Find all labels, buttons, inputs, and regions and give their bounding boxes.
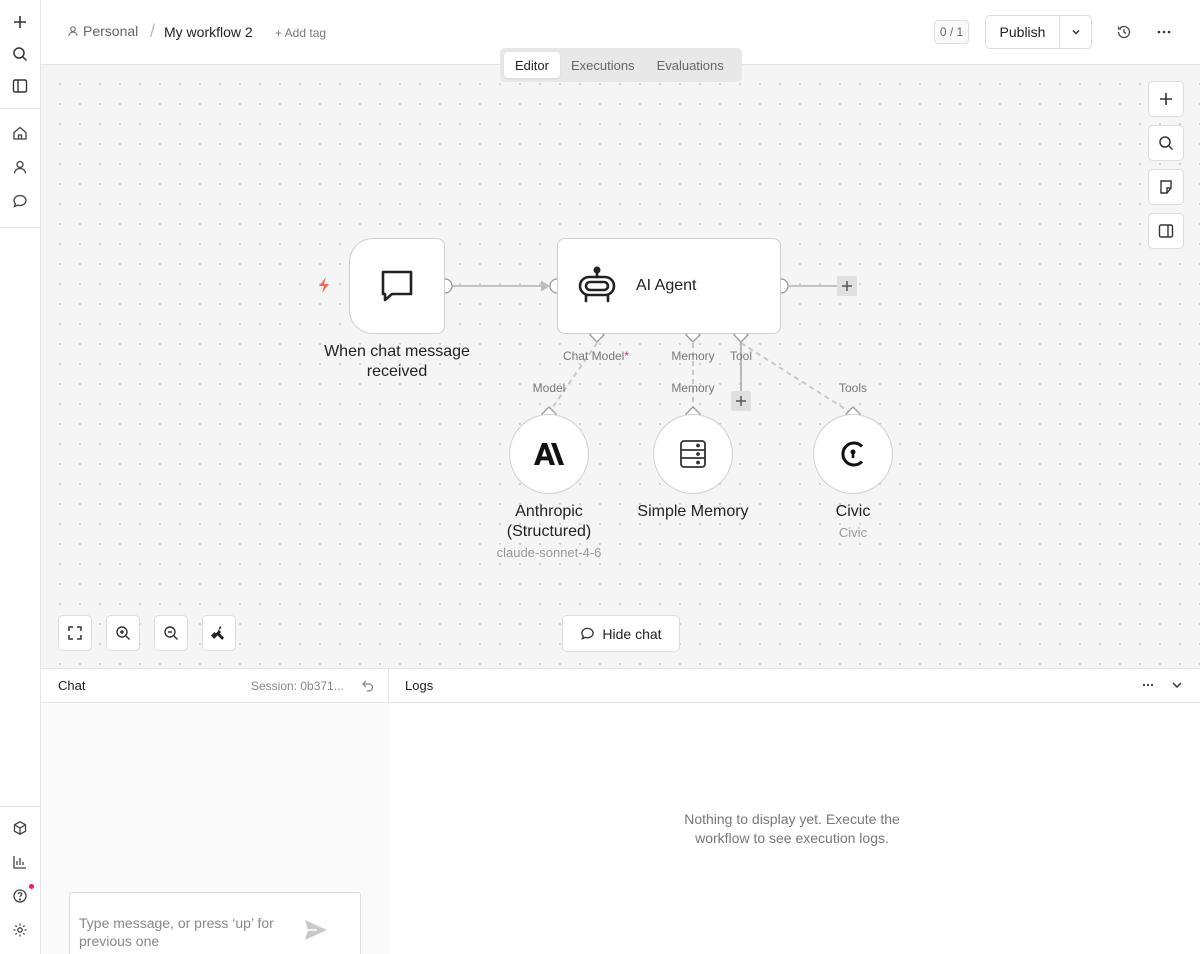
- project-name: Personal: [83, 23, 139, 39]
- sticky-note-icon: [1160, 180, 1172, 194]
- notification-dot: [29, 884, 34, 889]
- memory-input-label: Memory: [671, 381, 715, 395]
- panel-toggle-icon[interactable]: [8, 74, 32, 98]
- civic-node-label: Civic: [835, 503, 871, 520]
- templates-icon[interactable]: [8, 816, 32, 840]
- plus-icon: [1160, 93, 1172, 105]
- zoom-in-button[interactable]: [106, 615, 140, 651]
- logs-panel-header: Logs: [389, 669, 1200, 703]
- required-marker: *: [624, 349, 630, 363]
- add-node-plus-icon: [837, 276, 857, 296]
- hide-chat-label: Hide chat: [602, 625, 662, 642]
- home-icon[interactable]: [8, 121, 32, 145]
- rail-divider: [0, 108, 41, 109]
- session-id[interactable]: Session: 0b371...: [251, 679, 344, 693]
- broom-icon: [211, 626, 225, 640]
- tidy-up-button[interactable]: [202, 615, 236, 651]
- plus-icon[interactable]: [8, 10, 32, 34]
- settings-icon[interactable]: [8, 918, 32, 942]
- fullscreen-icon: [68, 626, 82, 640]
- toggle-panel-button[interactable]: [1148, 213, 1184, 249]
- user-icon: [68, 26, 78, 36]
- tools-input-label: Tools: [838, 381, 867, 395]
- civic-node[interactable]: [813, 414, 893, 494]
- active-counter-badge: 0 / 1: [934, 20, 969, 44]
- chat-panel-title: Chat: [58, 678, 86, 693]
- view-tabs: Editor Executions Evaluations: [500, 48, 742, 82]
- database-icon: [680, 440, 706, 468]
- add-tool-plus-icon: [731, 391, 751, 411]
- rail-divider: [0, 806, 41, 807]
- panel-toggle-icon: [1158, 224, 1174, 238]
- more-options-icon[interactable]: [1152, 20, 1176, 44]
- user-icon[interactable]: [8, 155, 32, 179]
- sticky-note-button[interactable]: [1148, 169, 1184, 205]
- simple-memory-node-label: Simple Memory: [637, 503, 749, 520]
- chat-bubble-icon: [381, 270, 413, 302]
- anthropic-node-label: Anthropic (Structured): [506, 503, 592, 540]
- zoom-out-icon: [164, 626, 178, 640]
- ai-agent-node[interactable]: AI Agent: [557, 238, 781, 334]
- hide-chat-button[interactable]: Hide chat: [562, 615, 680, 652]
- publish-button[interactable]: Publish: [986, 16, 1060, 48]
- trigger-node-label: When chat message received: [324, 343, 470, 380]
- logs-panel: Logs Nothing to display yet. Execute the…: [389, 668, 1200, 954]
- chat-messages-area: Type message, or press ‘up’ for previous…: [41, 704, 389, 954]
- zoom-in-icon: [116, 626, 130, 640]
- chat-panel-header: Chat Session: 0b371...: [41, 669, 389, 703]
- tab-executions[interactable]: Executions: [560, 52, 646, 78]
- workflow-name[interactable]: My workflow 2: [164, 24, 253, 40]
- breadcrumb-separator: /: [150, 21, 156, 41]
- zoom-out-button[interactable]: [154, 615, 188, 651]
- tab-evaluations[interactable]: Evaluations: [646, 52, 735, 78]
- more-options-icon[interactable]: [1141, 678, 1155, 695]
- search-icon[interactable]: [8, 42, 32, 66]
- simple-memory-node[interactable]: [653, 414, 733, 494]
- chat-model-port-label: Chat Model*: [562, 349, 630, 363]
- model-input-label: Model: [532, 381, 566, 395]
- anthropic-node[interactable]: [509, 414, 589, 494]
- anthropic-node-subtitle: claude-sonnet-4-6: [496, 545, 602, 560]
- connections-layer: [437, 276, 861, 422]
- memory-port-label: Memory: [671, 349, 715, 363]
- send-icon[interactable]: [304, 919, 328, 944]
- chevron-down-icon[interactable]: [1060, 16, 1091, 48]
- logs-empty-message: Nothing to display yet. Execute the work…: [684, 811, 900, 846]
- fit-view-button[interactable]: [58, 615, 92, 651]
- robot-icon: [576, 265, 618, 307]
- publish-button-group: Publish: [985, 15, 1092, 49]
- rail-divider: [0, 227, 41, 228]
- chat-input-placeholder: Type message, or press ‘up’ for previous…: [79, 915, 274, 949]
- trigger-bolt-icon: [316, 276, 332, 297]
- logs-panel-title: Logs: [405, 678, 434, 693]
- search-nodes-button[interactable]: [1148, 125, 1184, 161]
- workflow-canvas[interactable]: When chat message received AI Agent Chat…: [41, 65, 1200, 668]
- civic-icon: [841, 441, 864, 467]
- add-tag-button[interactable]: + Add tag: [275, 26, 326, 40]
- insights-icon[interactable]: [8, 850, 32, 874]
- chat-panel: Chat Session: 0b371... Type message, or …: [41, 668, 389, 954]
- tab-editor[interactable]: Editor: [504, 52, 560, 78]
- connection-arrow: [541, 280, 550, 292]
- history-icon[interactable]: [1112, 20, 1136, 44]
- chat-icon: [581, 627, 595, 640]
- anthropic-icon: [534, 443, 564, 465]
- add-node-button[interactable]: [1148, 81, 1184, 117]
- reset-session-icon[interactable]: [361, 678, 375, 695]
- search-icon: [1159, 136, 1174, 151]
- chat-message-input[interactable]: Type message, or press ‘up’ for previous…: [69, 892, 361, 954]
- civic-node-subtitle: Civic: [838, 525, 868, 540]
- left-sidebar: [0, 0, 41, 954]
- chevron-down-icon[interactable]: [1170, 678, 1184, 695]
- trigger-node[interactable]: [349, 238, 445, 334]
- chat-icon[interactable]: [8, 189, 32, 213]
- breadcrumb-project[interactable]: Personal: [67, 23, 138, 39]
- ai-agent-label: AI Agent: [636, 277, 697, 294]
- tool-port-label: Tool: [729, 349, 752, 363]
